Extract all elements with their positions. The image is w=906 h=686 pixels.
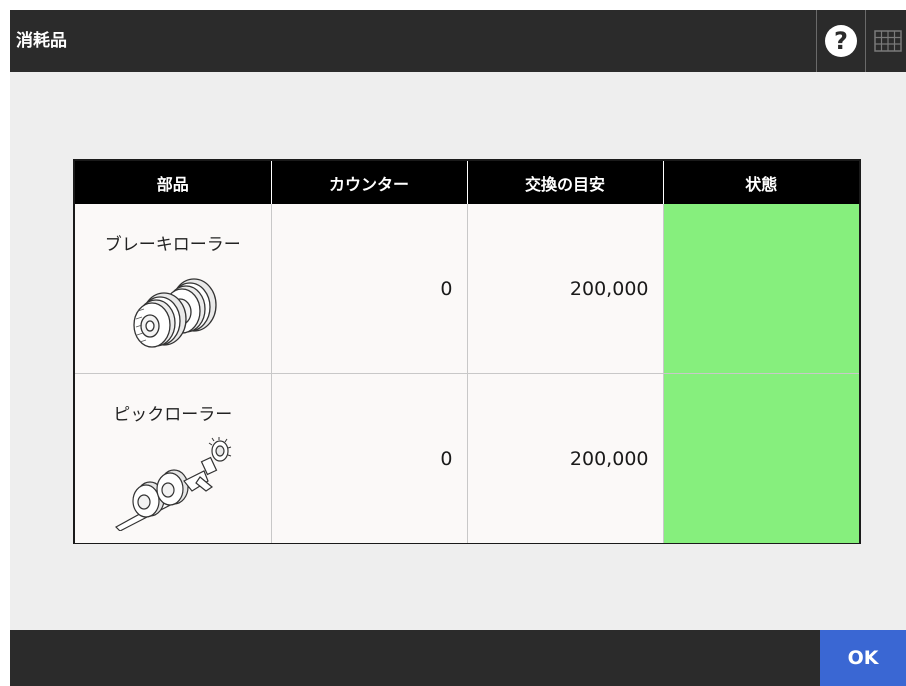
pick-roller-icon [114, 437, 231, 531]
keyboard-icon [874, 30, 902, 52]
table-header-row: 部品 カウンター 交換の目安 状態 [75, 161, 859, 204]
header-bar: 消耗品 ? [10, 10, 906, 72]
replacement-guide-cell: 200,000 [466, 204, 663, 374]
status-indicator [662, 204, 859, 374]
part-name: ブレーキローラー [104, 235, 241, 255]
ok-button[interactable]: OK [820, 630, 906, 686]
keyboard-button[interactable] [868, 10, 906, 72]
brake-roller-icon [133, 278, 217, 348]
replacement-guide-cell: 200,000 [466, 373, 663, 543]
consumables-table: 部品 カウンター 交換の目安 状態 ブレーキローラー 0 200,000 ピック… [73, 159, 861, 544]
help-icon: ? [825, 25, 857, 57]
column-header-replacement-guide: 交換の目安 [466, 161, 663, 204]
column-header-counter: カウンター [270, 161, 467, 204]
footer-bar: OK [10, 630, 906, 686]
column-header-status: 状態 [662, 161, 859, 204]
page-title: 消耗品 [16, 31, 67, 51]
help-button[interactable]: ? [816, 10, 866, 72]
table-row: ブレーキローラー 0 200,000 [75, 204, 859, 374]
status-indicator [662, 373, 859, 543]
counter-cell: 0 [270, 373, 467, 543]
part-cell: ブレーキローラー [75, 204, 271, 374]
consumables-screen: 消耗品 ? 部品 カウンター 交換の目安 状態 ブレーキローラー 0 200,0… [10, 10, 906, 686]
column-header-part: 部品 [75, 161, 271, 204]
part-cell: ピックローラー [75, 373, 271, 543]
table-row: ピックローラー 0 200,000 [75, 373, 859, 543]
counter-cell: 0 [270, 204, 467, 374]
part-name: ピックローラー [113, 405, 233, 425]
